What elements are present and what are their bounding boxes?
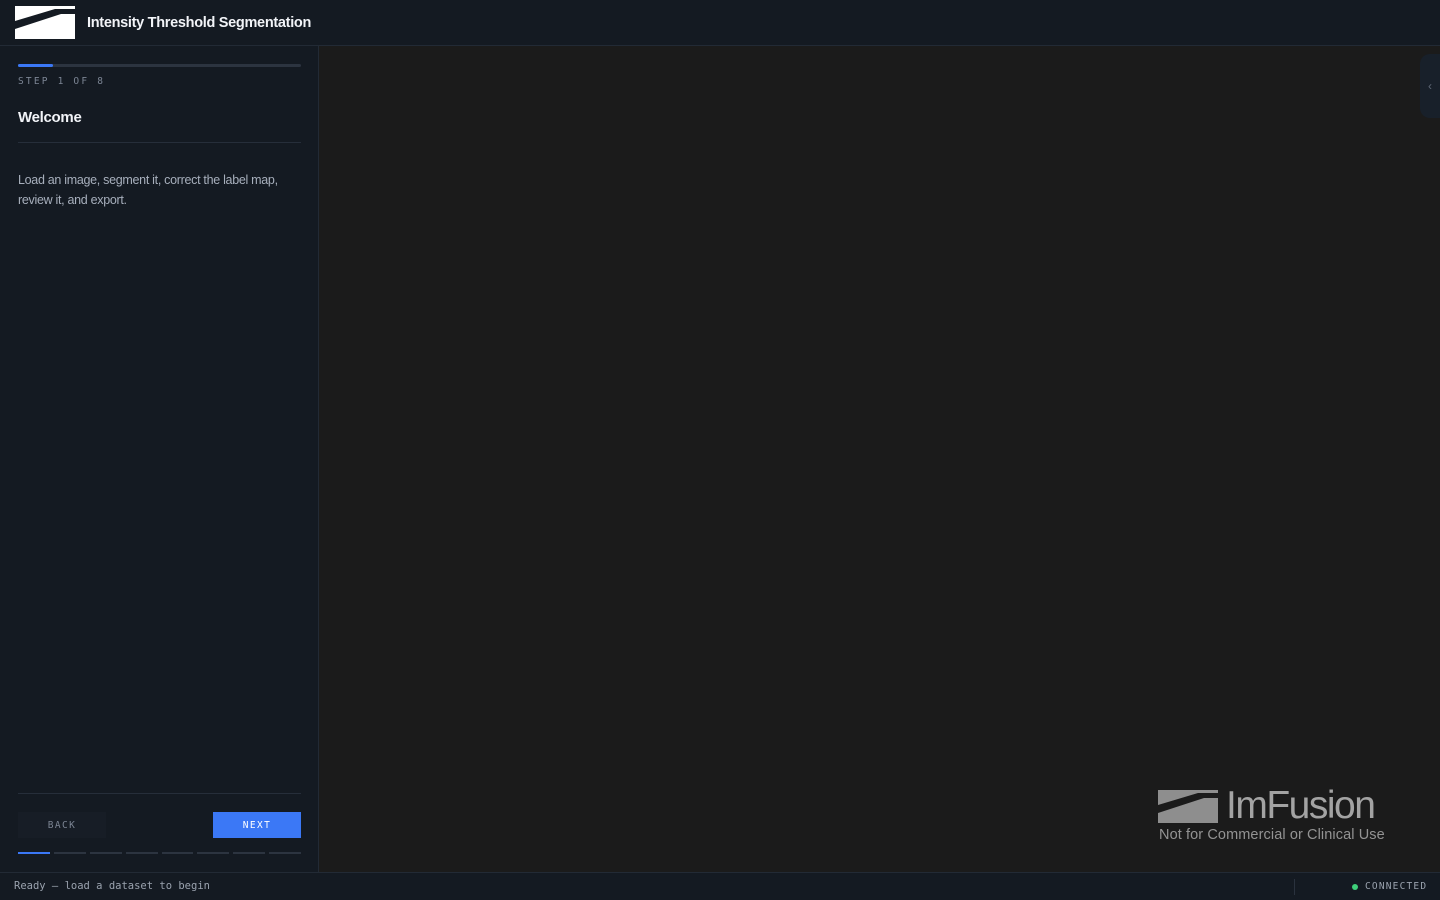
watermark: ImFusion Not for Commercial or Clinical …	[1158, 784, 1406, 847]
chevron-left-icon: ‹	[1428, 79, 1432, 93]
connection-indicator-icon	[1352, 884, 1358, 890]
step-indicator-segment	[161, 852, 194, 854]
back-button[interactable]: BACK	[18, 812, 106, 838]
connection-status: CONNECTED	[1365, 881, 1428, 892]
divider	[1294, 879, 1295, 895]
wizard-progress-fill	[18, 64, 54, 67]
top-bar: Intensity Threshold Segmentation	[0, 0, 1440, 46]
step-indicator-segment	[269, 852, 301, 854]
wizard-sidebar: STEP 1 OF 8 Welcome Load an image, segme…	[0, 46, 319, 872]
divider	[18, 142, 301, 143]
step-indicator	[18, 852, 301, 854]
status-bar: Ready — load a dataset to begin CONNECTE…	[0, 872, 1440, 900]
step-indicator-segment	[89, 852, 122, 854]
step-counter: STEP 1 OF 8	[18, 76, 106, 87]
next-button[interactable]: NEXT	[213, 812, 301, 838]
watermark-notice: Not for Commercial or Clinical Use	[1159, 827, 1385, 843]
step-description: Load an image, segment it, correct the l…	[18, 173, 278, 207]
divider	[18, 793, 301, 794]
image-viewer[interactable]: ‹ ImFusion Not for Commercial or Clinica…	[320, 46, 1440, 872]
watermark-brand: ImFusion	[1226, 784, 1376, 827]
status-message: Ready — load a dataset to begin	[14, 880, 210, 892]
step-indicator-segment	[18, 852, 50, 854]
app-title: Intensity Threshold Segmentation	[87, 14, 312, 31]
step-indicator-segment	[125, 852, 158, 854]
wizard-progress-bar	[18, 64, 301, 67]
step-title: Welcome	[18, 109, 82, 126]
imfusion-logo-icon	[1158, 790, 1218, 823]
step-indicator-segment	[233, 852, 266, 854]
step-indicator-segment	[53, 852, 86, 854]
imfusion-logo-icon	[15, 6, 75, 39]
collapse-panel-button[interactable]: ‹	[1420, 54, 1440, 118]
step-indicator-segment	[197, 852, 230, 854]
